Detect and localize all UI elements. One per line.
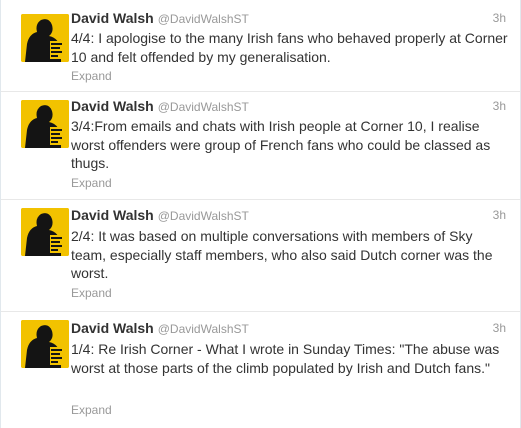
tweet[interactable]: David Walsh @DavidWalshST 3h 4/4: I apolo… [1,0,520,92]
book-cover-avatar-image [21,100,69,148]
tweet-header: David Walsh @DavidWalshST 3h [71,98,506,116]
book-cover-avatar-image [21,320,69,368]
avatar[interactable] [21,208,69,256]
avatar[interactable] [21,320,69,368]
avatar[interactable] [21,100,69,148]
tweet-text: 3/4:From emails and chats with Irish peo… [71,118,491,171]
expand-link[interactable]: Expand [71,403,112,417]
tweet[interactable]: David Walsh @DavidWalshST 3h 3/4:From ema… [1,92,520,200]
tweet-header: David Walsh @DavidWalshST 3h [71,207,506,225]
tweet[interactable]: David Walsh @DavidWalshST 3h 2/4: It was … [1,200,520,312]
tweet-header: David Walsh @DavidWalshST 3h [71,10,506,28]
avatar[interactable] [21,14,69,62]
tweet-timestamp[interactable]: 3h [493,11,506,25]
tweet-timeline: David Walsh @DavidWalshST 3h 4/4: I apolo… [0,0,521,428]
author-fullname[interactable]: David Walsh [71,10,154,26]
tweet-header: David Walsh @DavidWalshST 3h [71,320,506,338]
author-username[interactable]: @DavidWalshST [158,100,249,114]
tweet-timestamp[interactable]: 3h [493,99,506,113]
tweet-timestamp[interactable]: 3h [493,321,506,335]
tweet-text: 4/4: I apologise to the many Irish fans … [71,30,508,65]
tweet-timestamp[interactable]: 3h [493,208,506,222]
tweet[interactable]: David Walsh @DavidWalshST 3h 1/4: Re Iris… [1,312,520,428]
tweet-text: 2/4: It was based on multiple conversati… [71,228,493,281]
book-cover-avatar-image [21,14,69,62]
author-username[interactable]: @DavidWalshST [158,12,249,26]
tweet-text: 1/4: Re Irish Corner - What I wrote in S… [71,341,500,376]
author-fullname[interactable]: David Walsh [71,320,154,336]
book-cover-avatar-image [21,208,69,256]
expand-link[interactable]: Expand [71,69,112,83]
author-username[interactable]: @DavidWalshST [158,209,249,223]
author-fullname[interactable]: David Walsh [71,98,154,114]
author-fullname[interactable]: David Walsh [71,207,154,223]
author-username[interactable]: @DavidWalshST [158,322,249,336]
expand-link[interactable]: Expand [71,286,112,300]
expand-link[interactable]: Expand [71,176,112,190]
